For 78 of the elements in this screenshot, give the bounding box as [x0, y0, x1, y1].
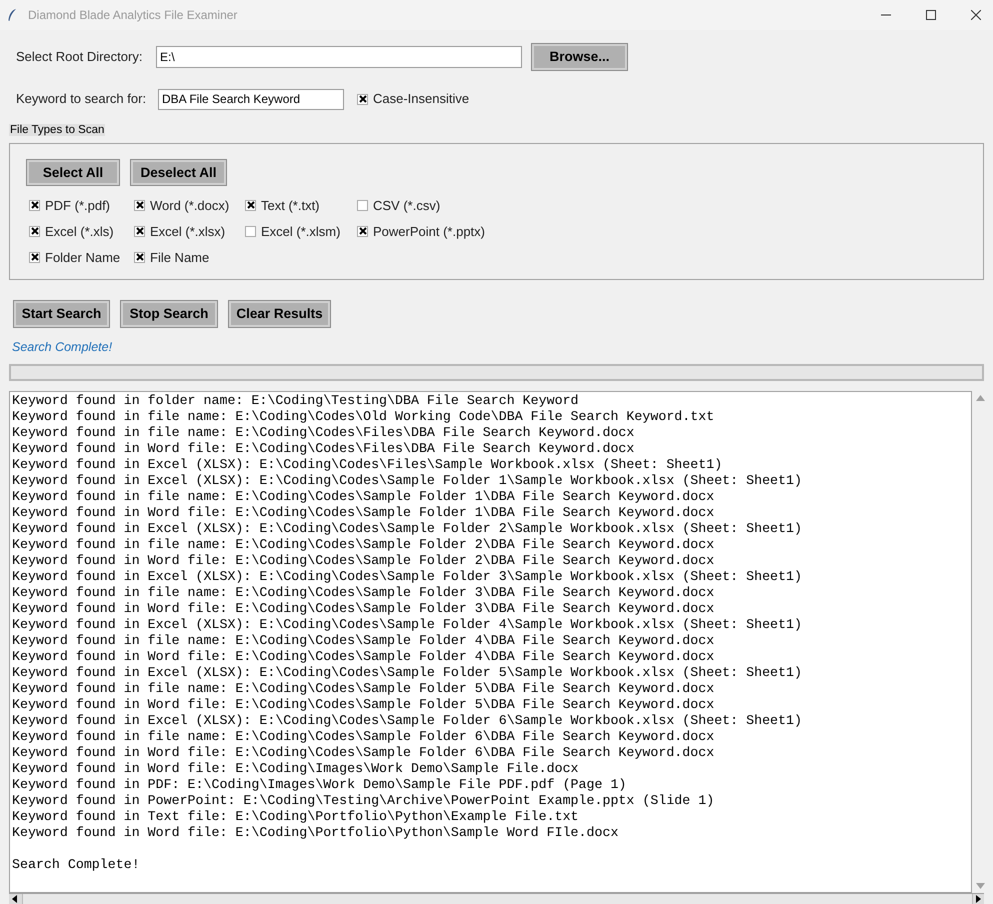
- checkbox[interactable]: [357, 94, 368, 104]
- log-line: Keyword found in Word file: E:\Coding\Codes\Files\DBA File Search Keyword.docx: [12, 441, 636, 457]
- checkbox[interactable]: [29, 200, 40, 211]
- checkbox[interactable]: [245, 226, 256, 237]
- checkbox[interactable]: [134, 252, 145, 263]
- checkbox-label: CSV (*.csv): [373, 196, 440, 215]
- log-line: Keyword found in file name: E:\Coding\Codes\Sample Folder 5\DBA File Search Keyword.docx: [12, 681, 716, 697]
- action-button[interactable]: Stop Search: [121, 301, 217, 328]
- log-line: Keyword found in file name: E:\Coding\Codes\Old Working Code\DBA File Search Keyword.txt: [12, 409, 716, 425]
- close-icon[interactable]: [971, 10, 981, 20]
- log-line: Keyword found in Excel (XLSX): E:\Coding\Codes\Sample Folder 1\Sample Workbook.xlsx (Sheet: Sheet1): [12, 473, 803, 489]
- log-line: Keyword found in file name: E:\Coding\Codes\Files\DBA File Search Keyword.docx: [12, 425, 636, 441]
- cross-icon: [136, 201, 144, 210]
- log-line: Keyword found in PowerPoint: E:\Coding\Testing\Archive\PowerPoint Example.pptx (Slide 1): [12, 793, 716, 809]
- checkbox[interactable]: [29, 226, 40, 237]
- log-line: Keyword found in file name: E:\Coding\Codes\Sample Folder 3\DBA File Search Keyword.docx: [12, 585, 716, 601]
- checkbox-label: Folder Name: [45, 248, 120, 266]
- log-line: Keyword found in Excel (XLSX): E:\Coding\Codes\Sample Folder 4\Sample Workbook.xlsx (Sheet: Sheet1): [12, 617, 803, 633]
- cross-icon: [136, 227, 144, 236]
- checkbox-label: PDF (*.pdf): [45, 196, 110, 215]
- cross-icon: [30, 201, 38, 210]
- checkbox[interactable]: [134, 226, 145, 237]
- cross-icon: [358, 95, 366, 103]
- log-line: Keyword found in Word file: E:\Coding\Codes\Sample Folder 5\DBA File Search Keyword.docx: [12, 697, 716, 713]
- browse-button[interactable]: Browse...: [532, 44, 627, 70]
- right-arrow-icon[interactable]: [976, 895, 981, 903]
- checkbox-label: Excel (*.xls): [45, 222, 114, 241]
- checkbox[interactable]: [357, 226, 368, 237]
- checkbox[interactable]: [134, 200, 145, 211]
- log-line: Keyword found in file name: E:\Coding\Codes\Sample Folder 4\DBA File Search Keyword.docx: [12, 633, 716, 649]
- log-line: Keyword found in file name: E:\Coding\Codes\Sample Folder 1\DBA File Search Keyword.docx: [12, 489, 716, 505]
- group-title: File Types to Scan: [9, 124, 106, 136]
- checkbox-label: Excel (*.xlsx): [150, 222, 226, 241]
- log-line: Keyword found in file name: E:\Coding\Codes\Sample Folder 6\DBA File Search Keyword.docx: [12, 729, 716, 745]
- log-line: Keyword found in Word file: E:\Coding\Codes\Sample Folder 6\DBA File Search Keyword.docx: [12, 745, 716, 761]
- checkbox-label: Case-Insensitive: [373, 90, 470, 108]
- checkbox-label: Word (*.docx): [150, 196, 230, 215]
- log-line: Search Complete!: [12, 857, 141, 873]
- checkbox-label: File Name: [150, 248, 210, 266]
- log-line: Keyword found in Text file: E:\Coding\Portfolio\Python\Example File.txt: [12, 809, 580, 825]
- log-line: Keyword found in file name: E:\Coding\Codes\Sample Folder 2\DBA File Search Keyword.docx: [12, 537, 716, 553]
- log-line: Keyword found in Excel (XLSX): E:\Coding\Codes\Sample Folder 2\Sample Workbook.xlsx (Sheet: Sheet1): [12, 521, 803, 537]
- checkbox[interactable]: [357, 200, 368, 211]
- left-arrow-icon[interactable]: [12, 895, 17, 903]
- log-line: Keyword found in Excel (XLSX): E:\Coding\Codes\Sample Folder 6\Sample Workbook.xlsx (Sheet: Sheet1): [12, 713, 803, 729]
- action-button[interactable]: Deselect All: [131, 160, 226, 186]
- log-line: Keyword found in Word file: E:\Coding\Codes\Sample Folder 2\DBA File Search Keyword.docx: [12, 553, 716, 569]
- maximize-icon[interactable]: [926, 10, 936, 20]
- log-line: Keyword found in Word file: E:\Coding\Portfolio\Python\Sample Word FIle.docx: [12, 825, 620, 841]
- action-button[interactable]: Select All: [27, 160, 119, 186]
- log-line: Keyword found in Excel (XLSX): E:\Coding\Codes\Sample Folder 5\Sample Workbook.xlsx (Sheet: Sheet1): [12, 665, 803, 681]
- log-line: Keyword found in Excel (XLSX): E:\Coding\Codes\Sample Folder 3\Sample Workbook.xlsx (Sheet: Sheet1): [12, 569, 803, 585]
- checkbox[interactable]: [29, 252, 40, 263]
- window-title: Diamond Blade Analytics File Examiner: [28, 7, 238, 24]
- cross-icon: [30, 227, 38, 236]
- checkbox-label: PowerPoint (*.pptx): [373, 222, 485, 241]
- log-line: Keyword found in PDF: E:\Coding\Images\Work Demo\Sample File PDF.pdf (Page 1): [12, 777, 628, 793]
- feather-icon: [7, 8, 17, 22]
- action-button[interactable]: Clear Results: [229, 301, 330, 328]
- checkbox[interactable]: [245, 200, 256, 211]
- cross-icon: [358, 227, 366, 236]
- checkbox-label: Excel (*.xlsm): [261, 222, 340, 241]
- field-label: Select Root Directory:: [16, 48, 144, 66]
- status-text: Search Complete!: [12, 339, 112, 356]
- log-line: Keyword found in Excel (XLSX): E:\Coding\Codes\Files\Sample Workbook.xlsx (Sheet: Sheet1): [12, 457, 724, 473]
- cross-icon: [246, 201, 254, 210]
- action-button[interactable]: Start Search: [14, 301, 109, 328]
- keyword-field[interactable]: DBA File Search Keyword: [158, 88, 344, 110]
- cross-icon: [30, 253, 38, 262]
- field-label: Keyword to search for:: [16, 90, 148, 108]
- directory-field[interactable]: E:\: [156, 46, 522, 68]
- checkbox-label: Text (*.txt): [261, 196, 320, 215]
- cross-icon: [136, 253, 144, 262]
- log-line: Keyword found in Word file: E:\Coding\Codes\Sample Folder 4\DBA File Search Keyword.docx: [12, 649, 716, 665]
- log-line: Keyword found in Word file: E:\Coding\Codes\Sample Folder 3\DBA File Search Keyword.docx: [12, 601, 716, 617]
- log-line: Keyword found in Word file: E:\Coding\Codes\Sample Folder 1\DBA File Search Keyword.docx: [12, 505, 716, 521]
- log-line: Keyword found in folder name: E:\Coding\Testing\DBA File Search Keyword: [12, 393, 580, 409]
- log-line: Keyword found in Word file: E:\Coding\Images\Work Demo\Sample File.docx: [12, 761, 580, 777]
